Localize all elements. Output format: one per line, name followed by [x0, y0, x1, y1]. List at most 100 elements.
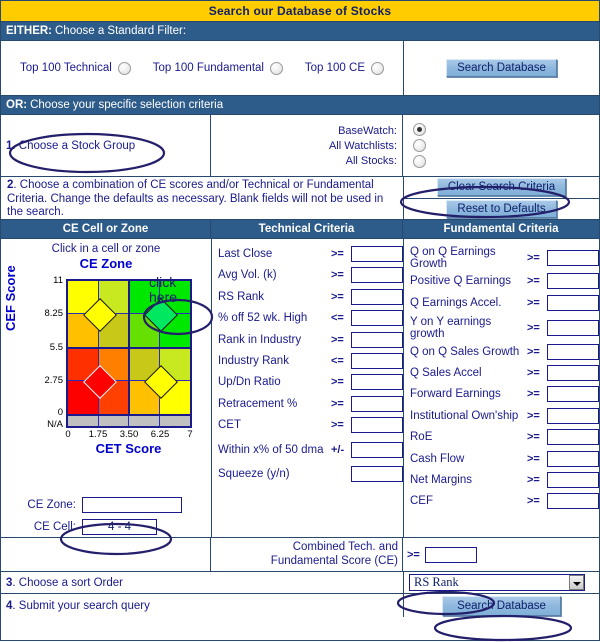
tech-op-up-dn-ratio: >= [331, 376, 344, 389]
ce-x-tick-4: 7 [187, 429, 193, 440]
radio-all-stocks[interactable] [413, 155, 426, 168]
reset-to-defaults-button[interactable]: Reset to Defaults [446, 199, 557, 218]
tech-label-cet: CET [218, 419, 241, 432]
fund-input-forward-earnings[interactable] [547, 386, 599, 403]
fund-input-y-on-y-earnings-growth[interactable] [547, 319, 599, 336]
fund-input-q-on-q-sales-growth[interactable] [547, 343, 599, 360]
tech-row-rank-in-industry: Rank in Industry >= [218, 331, 403, 349]
fund-input-cef[interactable] [547, 493, 599, 510]
search-database-button-top[interactable]: Search Database [446, 59, 557, 77]
ce-value-inputs: CE Zone: CE Cell: 4 - 4 [1, 497, 211, 541]
tech-input-industry-rank[interactable] [351, 352, 403, 369]
fund-input-roe[interactable] [547, 429, 599, 446]
radio-top-100-fundamental[interactable] [269, 61, 283, 75]
ce-y-tick-na: N/A [47, 419, 63, 430]
tech-row-retracement: Retracement % >= [218, 395, 403, 413]
fund-label-net-margins: Net Margins [410, 473, 472, 486]
ce-cell-input[interactable]: 4 - 4 [82, 519, 157, 535]
fund-input-q-sales-accel[interactable] [547, 364, 599, 381]
fund-op-forward-earnings: >= [527, 388, 540, 401]
radio-top-100-ce[interactable] [371, 61, 385, 75]
option-top-100-fundamental[interactable]: Top 100 Fundamental [152, 61, 283, 75]
combined-score-input[interactable] [424, 546, 477, 563]
search-database-button-bottom[interactable]: Search Database [442, 595, 561, 616]
click-here-line-1: click [149, 274, 177, 290]
fund-op-roe: >= [527, 431, 540, 444]
tech-input-cet[interactable] [351, 417, 403, 434]
sort-order-step-text: . Choose a sort Order [12, 576, 123, 589]
standard-filter-action: Search Database [404, 41, 599, 95]
fund-op-q-earnings-accel: >= [527, 296, 540, 309]
stock-search-page: Search our Database of Stocks EITHER: Ch… [0, 0, 600, 642]
instructions-text: 2. Choose a combination of CE scores and… [1, 177, 404, 219]
stock-group-labels: BaseWatch: All Watchlists: All Stocks: [211, 115, 403, 176]
tech-input-rank-in-industry[interactable] [351, 331, 403, 348]
radio-all-watchlists[interactable] [413, 139, 426, 152]
tech-input-off-52wk-high[interactable] [351, 310, 403, 327]
technical-criteria-panel: Last Close >= Avg Vol. (k) >= RS Rank >=… [212, 239, 404, 537]
ce-na-cell-1[interactable] [99, 416, 129, 426]
option-top-100-ce[interactable]: Top 100 CE [305, 61, 385, 75]
tech-input-squeeze[interactable] [351, 465, 403, 482]
tech-row-off-52wk-high: % off 52 wk. High <= [218, 309, 403, 327]
chevron-down-icon[interactable] [569, 575, 584, 590]
fund-input-cash-flow[interactable] [547, 450, 599, 467]
sort-order-select[interactable]: RS Rank [409, 574, 585, 591]
ce-na-cell-3[interactable] [160, 416, 191, 426]
tech-label-squeeze: Squeeze (y/n) [218, 467, 290, 480]
fund-row-q-earnings-accel: Q Earnings Accel. >= [410, 294, 599, 312]
fund-input-q-earnings-accel[interactable] [547, 294, 599, 311]
ce-x-tick-1: 1.75 [88, 429, 108, 440]
submit-step-text: . Submit your search query [12, 599, 150, 612]
click-here-line-2: here [149, 289, 178, 305]
radio-basewatch[interactable] [413, 123, 426, 136]
tech-label-industry-rank: Industry Rank [218, 354, 289, 367]
specific-criteria-header: OR: Choose your specific selection crite… [1, 96, 599, 115]
fund-input-institutional-ownership[interactable] [547, 407, 599, 424]
ce-zone-chart[interactable]: CEF Score 11 8.25 5.5 2.75 0 N/A click h… [1, 265, 211, 461]
tech-input-retracement[interactable] [351, 395, 403, 412]
fund-input-q-on-q-earnings-growth[interactable] [547, 249, 599, 266]
ce-zone-input[interactable] [82, 497, 182, 513]
tech-row-industry-rank: Industry Rank <= [218, 352, 403, 370]
fund-row-cash-flow: Cash Flow >= [410, 450, 599, 468]
fund-label-institutional-ownership: Institutional Own'ship [410, 409, 519, 422]
tech-row-rs-rank: RS Rank >= [218, 288, 403, 306]
header-fundamental-criteria: Fundamental Criteria [403, 220, 599, 239]
tech-row-last-close: Last Close >= [218, 245, 403, 263]
option-top-100-technical[interactable]: Top 100 Technical [20, 61, 131, 75]
tech-input-within-50dma[interactable] [351, 442, 403, 459]
combined-score-label-line2: Fundamental Score (CE) [270, 554, 398, 567]
ce-cell-label: CE Cell: [33, 521, 76, 533]
tech-input-up-dn-ratio[interactable] [351, 374, 403, 391]
option-top-100-fundamental-label: Top 100 Fundamental [152, 62, 264, 74]
ce-zone-label: CE Zone: [27, 499, 76, 511]
fund-row-y-on-y-earnings-growth: Y on Y earnings growth >= [410, 315, 599, 340]
tech-row-avg-vol: Avg Vol. (k) >= [218, 266, 403, 284]
ce-na-cell-2[interactable] [129, 416, 160, 426]
ce-na-row[interactable] [68, 414, 190, 426]
tech-input-avg-vol[interactable] [351, 267, 403, 284]
tech-label-off-52wk-high: % off 52 wk. High [218, 312, 308, 325]
fund-row-forward-earnings: Forward Earnings >= [410, 385, 599, 403]
radio-top-100-technical[interactable] [117, 61, 131, 75]
standard-filter-row: Top 100 Technical Top 100 Fundamental To… [1, 41, 599, 96]
label-all-watchlists: All Watchlists: [328, 139, 397, 152]
tech-input-last-close[interactable] [351, 246, 403, 262]
fund-input-net-margins[interactable] [547, 471, 599, 488]
submit-button-cell: Search Database [404, 594, 599, 617]
header-technical-criteria: Technical Criteria [211, 220, 403, 239]
fund-op-q-on-q-earnings-growth: >= [527, 251, 540, 264]
clear-search-criteria-button[interactable]: Clear Search Criteria [436, 178, 567, 197]
fund-op-cash-flow: >= [527, 452, 540, 465]
ce-na-cell-0[interactable] [68, 416, 99, 426]
tech-label-up-dn-ratio: Up/Dn Ratio [218, 376, 281, 389]
tech-label-last-close: Last Close [218, 248, 273, 260]
standard-filter-options: Top 100 Technical Top 100 Fundamental To… [1, 41, 404, 95]
ce-y-tick-1: 8.25 [44, 308, 64, 319]
instructions-step-text: . Choose a combination of CE scores and/… [7, 179, 384, 218]
tech-input-rs-rank[interactable] [351, 288, 403, 305]
tech-label-rank-in-industry: Rank in Industry [218, 333, 302, 346]
fund-input-positive-q-earnings[interactable] [547, 273, 599, 290]
fund-op-q-sales-accel: >= [527, 366, 540, 379]
